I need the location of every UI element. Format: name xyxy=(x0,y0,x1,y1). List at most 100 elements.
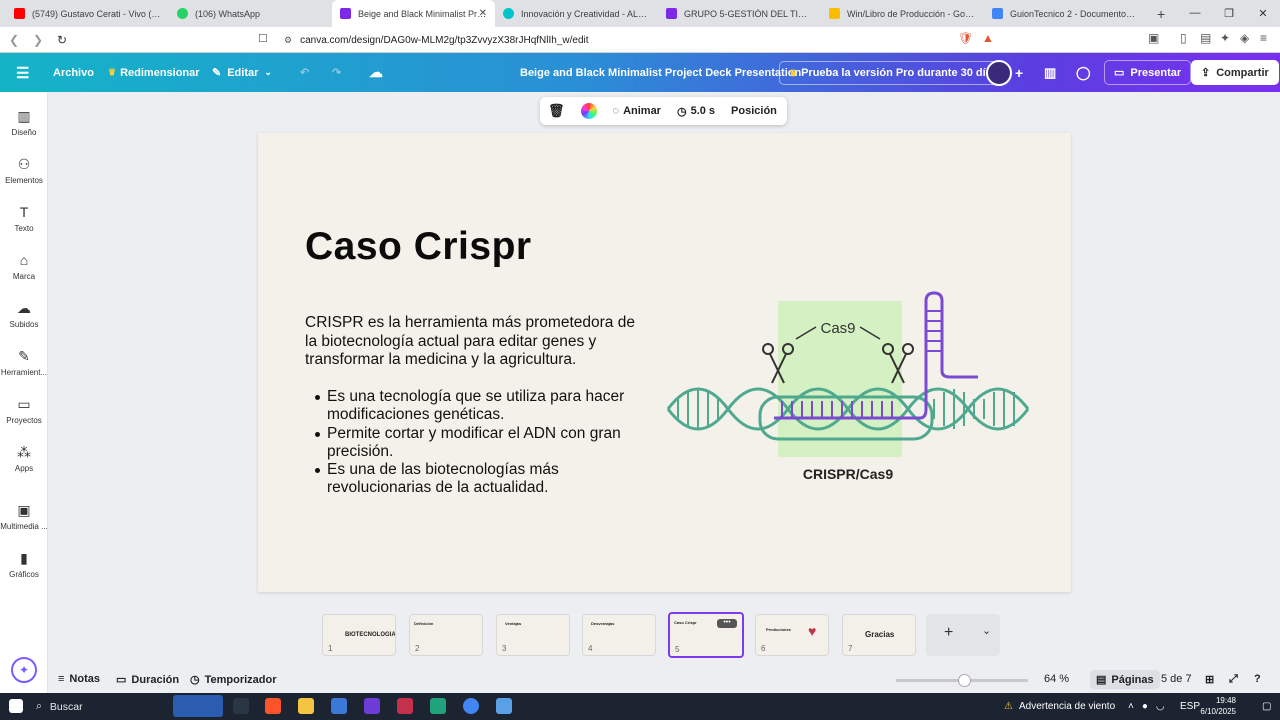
file-explorer-icon[interactable] xyxy=(298,698,314,714)
crispr-cas9-figure[interactable]: Cas9 CRISPR/Cas9 xyxy=(664,291,1036,486)
site-info-icon[interactable]: ⚙ xyxy=(284,35,292,46)
app-icon[interactable] xyxy=(331,698,347,714)
document-title[interactable]: Beige and Black Minimalist Project Deck … xyxy=(520,53,801,92)
page-thumbnail-selected[interactable]: Caso Crispr ••• 5 xyxy=(668,612,744,658)
page-thumbnail[interactable]: Ventajas 3 xyxy=(496,614,570,656)
tray-icons[interactable]: ˄ ● ◡ xyxy=(1128,693,1165,720)
avatar[interactable] xyxy=(986,59,1012,86)
restore-icon[interactable]: ❐ xyxy=(1212,7,1246,20)
edit-menu[interactable]: ✎ Editar ⌄ xyxy=(212,53,272,92)
add-collaborator-icon[interactable]: + xyxy=(1015,53,1023,92)
slide-paragraph[interactable]: CRISPR es la herramienta más prometedora… xyxy=(305,314,645,370)
file-menu[interactable]: Archivo xyxy=(53,53,94,92)
redo-icon[interactable]: ↷ xyxy=(332,53,341,92)
help-icon[interactable]: ? xyxy=(1254,673,1261,685)
weather-widget[interactable]: ⚠ Advertencia de viento xyxy=(1004,693,1115,720)
notes-button[interactable]: ≡ Notas xyxy=(58,673,100,685)
delete-icon[interactable]: 🗑 xyxy=(540,103,573,119)
new-tab-icon[interactable]: + xyxy=(1147,6,1175,22)
forward-icon[interactable]: ❯ xyxy=(28,33,48,47)
pages-button[interactable]: ▤ Páginas xyxy=(1090,670,1160,689)
chrome-icon[interactable] xyxy=(463,698,479,714)
chevron-down-icon[interactable]: ⌄ xyxy=(982,624,991,637)
brave-rewards-icon[interactable]: ▲ xyxy=(982,31,994,45)
app-icon[interactable] xyxy=(496,698,512,714)
duration-button[interactable]: ◷ 5.0 s xyxy=(669,105,723,118)
sidebar-item-text[interactable]: T Texto xyxy=(0,204,48,233)
crown-icon: ♛ xyxy=(108,67,117,77)
position-button[interactable]: Posición xyxy=(723,105,785,117)
close-tab-icon[interactable]: ✕ xyxy=(479,8,487,19)
brave-shield-icon[interactable]: 🛡 xyxy=(958,31,973,45)
app-icon[interactable] xyxy=(397,698,413,714)
sidebar-item-tools[interactable]: ✎ Herramient... xyxy=(0,348,48,377)
slide-bullet-list[interactable]: Es una tecnología que se utiliza para ha… xyxy=(305,388,645,498)
slide-canvas[interactable]: Caso Crispr CRISPR es la herramienta más… xyxy=(258,133,1071,592)
page-thumbnail[interactable]: Gracias 7 xyxy=(842,614,916,656)
pro-trial-button[interactable]: ♛ Prueba la versión Pro durante 30 días xyxy=(779,60,1008,85)
browser-tab-active[interactable]: Beige and Black Minimalist Proje ✕ xyxy=(332,0,495,27)
page-thumbnail[interactable]: Definición 2 xyxy=(409,614,483,656)
browser-tab[interactable]: GuionTecnico 2 - Documentos de G xyxy=(984,0,1147,27)
hamburger-menu-icon[interactable]: ☰ xyxy=(16,53,29,92)
zoom-slider-handle[interactable] xyxy=(958,674,971,687)
browser-tab[interactable]: (106) WhatsApp xyxy=(169,0,332,27)
comments-icon[interactable]: ◯ xyxy=(1076,53,1091,92)
grid-view-icon[interactable]: ⊞ xyxy=(1205,673,1214,686)
animate-button[interactable]: ◌ Animar xyxy=(605,105,669,117)
duration-button[interactable]: ▭ Duración xyxy=(116,673,179,687)
zoom-level[interactable]: 64 % xyxy=(1044,673,1069,685)
color-picker[interactable] xyxy=(573,103,605,119)
close-window-icon[interactable]: ✕ xyxy=(1246,7,1280,20)
menu-icon[interactable]: ≡ xyxy=(1260,31,1267,45)
clock[interactable]: 19:48 6/10/2025 xyxy=(1196,695,1236,717)
page-thumbnail[interactable]: BIOTECNOLOGIA 1 xyxy=(322,614,396,656)
taskbar-search[interactable]: ⌕ Buscar xyxy=(36,697,176,716)
browser-tab[interactable]: Innovación y Creatividad - ALUMNO xyxy=(495,0,658,27)
add-page-button[interactable]: + ⌄ xyxy=(926,614,1000,656)
page-thumbnail[interactable]: Predicciones ♥ 6 xyxy=(755,614,829,656)
url-field[interactable]: ⚙ canva.com/design/DAG0w-MLM2g/tp3ZvvyzX… xyxy=(284,31,956,49)
resize-button[interactable]: ♛ Redimensionar xyxy=(108,53,200,92)
sidebar-item-projects[interactable]: ▭ Proyectos xyxy=(0,396,48,425)
windows-start-icon[interactable] xyxy=(9,699,23,713)
back-icon[interactable]: ❮ xyxy=(4,33,24,47)
fullscreen-icon[interactable]: ⤢ xyxy=(1229,673,1238,686)
notifications-icon[interactable]: ▢ xyxy=(1262,693,1271,720)
slide-title[interactable]: Caso Crispr xyxy=(305,225,532,269)
sidebar-item-design[interactable]: ▥ Diseño xyxy=(0,108,48,137)
present-button[interactable]: ▭ Presentar xyxy=(1104,60,1192,85)
magic-assistant-icon[interactable]: ✦ xyxy=(11,657,37,683)
color-wheel-icon xyxy=(580,103,597,119)
page-thumbnail[interactable]: Desventajas 4 xyxy=(582,614,656,656)
bookmark-icon[interactable]: ☐ xyxy=(258,32,268,45)
more-options-icon[interactable]: ••• xyxy=(717,619,737,628)
brave-browser-icon[interactable] xyxy=(265,698,281,714)
sidebar-item-apps[interactable]: ⁂ Apps xyxy=(0,444,48,473)
reload-icon[interactable]: ↻ xyxy=(52,33,72,47)
zoom-slider[interactable] xyxy=(896,674,1028,687)
share-button[interactable]: ⇪ Compartir xyxy=(1191,60,1279,85)
cloud-saved-icon[interactable]: ☁ xyxy=(369,53,383,92)
sidebar-item-uploads[interactable]: ☁ Subidos xyxy=(0,300,48,329)
insights-icon[interactable]: ▥ xyxy=(1044,53,1056,92)
browser-tab[interactable]: (5749) Gustavo Cerati - Vivo (Officia xyxy=(6,0,169,27)
browser-tab[interactable]: Win/Libro de Producción - Google D xyxy=(821,0,984,27)
sidebar-item-charts[interactable]: ▮ Gráficos xyxy=(0,550,48,579)
browser-tab[interactable]: GRUPO 5-GESTIÓN DEL TIEMPO - P xyxy=(658,0,821,27)
app-icon[interactable] xyxy=(430,698,446,714)
undo-icon[interactable]: ↶ xyxy=(300,53,309,92)
leo-ai-icon[interactable]: ✦ xyxy=(1220,31,1230,45)
wallet-icon[interactable]: ▤ xyxy=(1200,31,1211,45)
sidebar-item-elements[interactable]: ⚇ Elementos xyxy=(0,156,48,185)
sidebar-toggle-icon[interactable]: ▯ xyxy=(1180,31,1187,45)
sidebar-item-media[interactable]: ▣ Multimedia ... xyxy=(0,502,48,531)
screenshot-icon[interactable]: ▣ xyxy=(1148,31,1159,45)
app-icon[interactable] xyxy=(364,698,380,714)
minimize-icon[interactable]: — xyxy=(1178,7,1212,20)
timer-button[interactable]: ◷ Temporizador xyxy=(190,673,277,687)
sidebar-item-brand[interactable]: ⌂ Marca xyxy=(0,252,48,281)
task-view-icon[interactable] xyxy=(233,698,249,714)
vpn-icon[interactable]: ◈ xyxy=(1240,31,1249,45)
search-highlight-image[interactable] xyxy=(173,695,223,717)
